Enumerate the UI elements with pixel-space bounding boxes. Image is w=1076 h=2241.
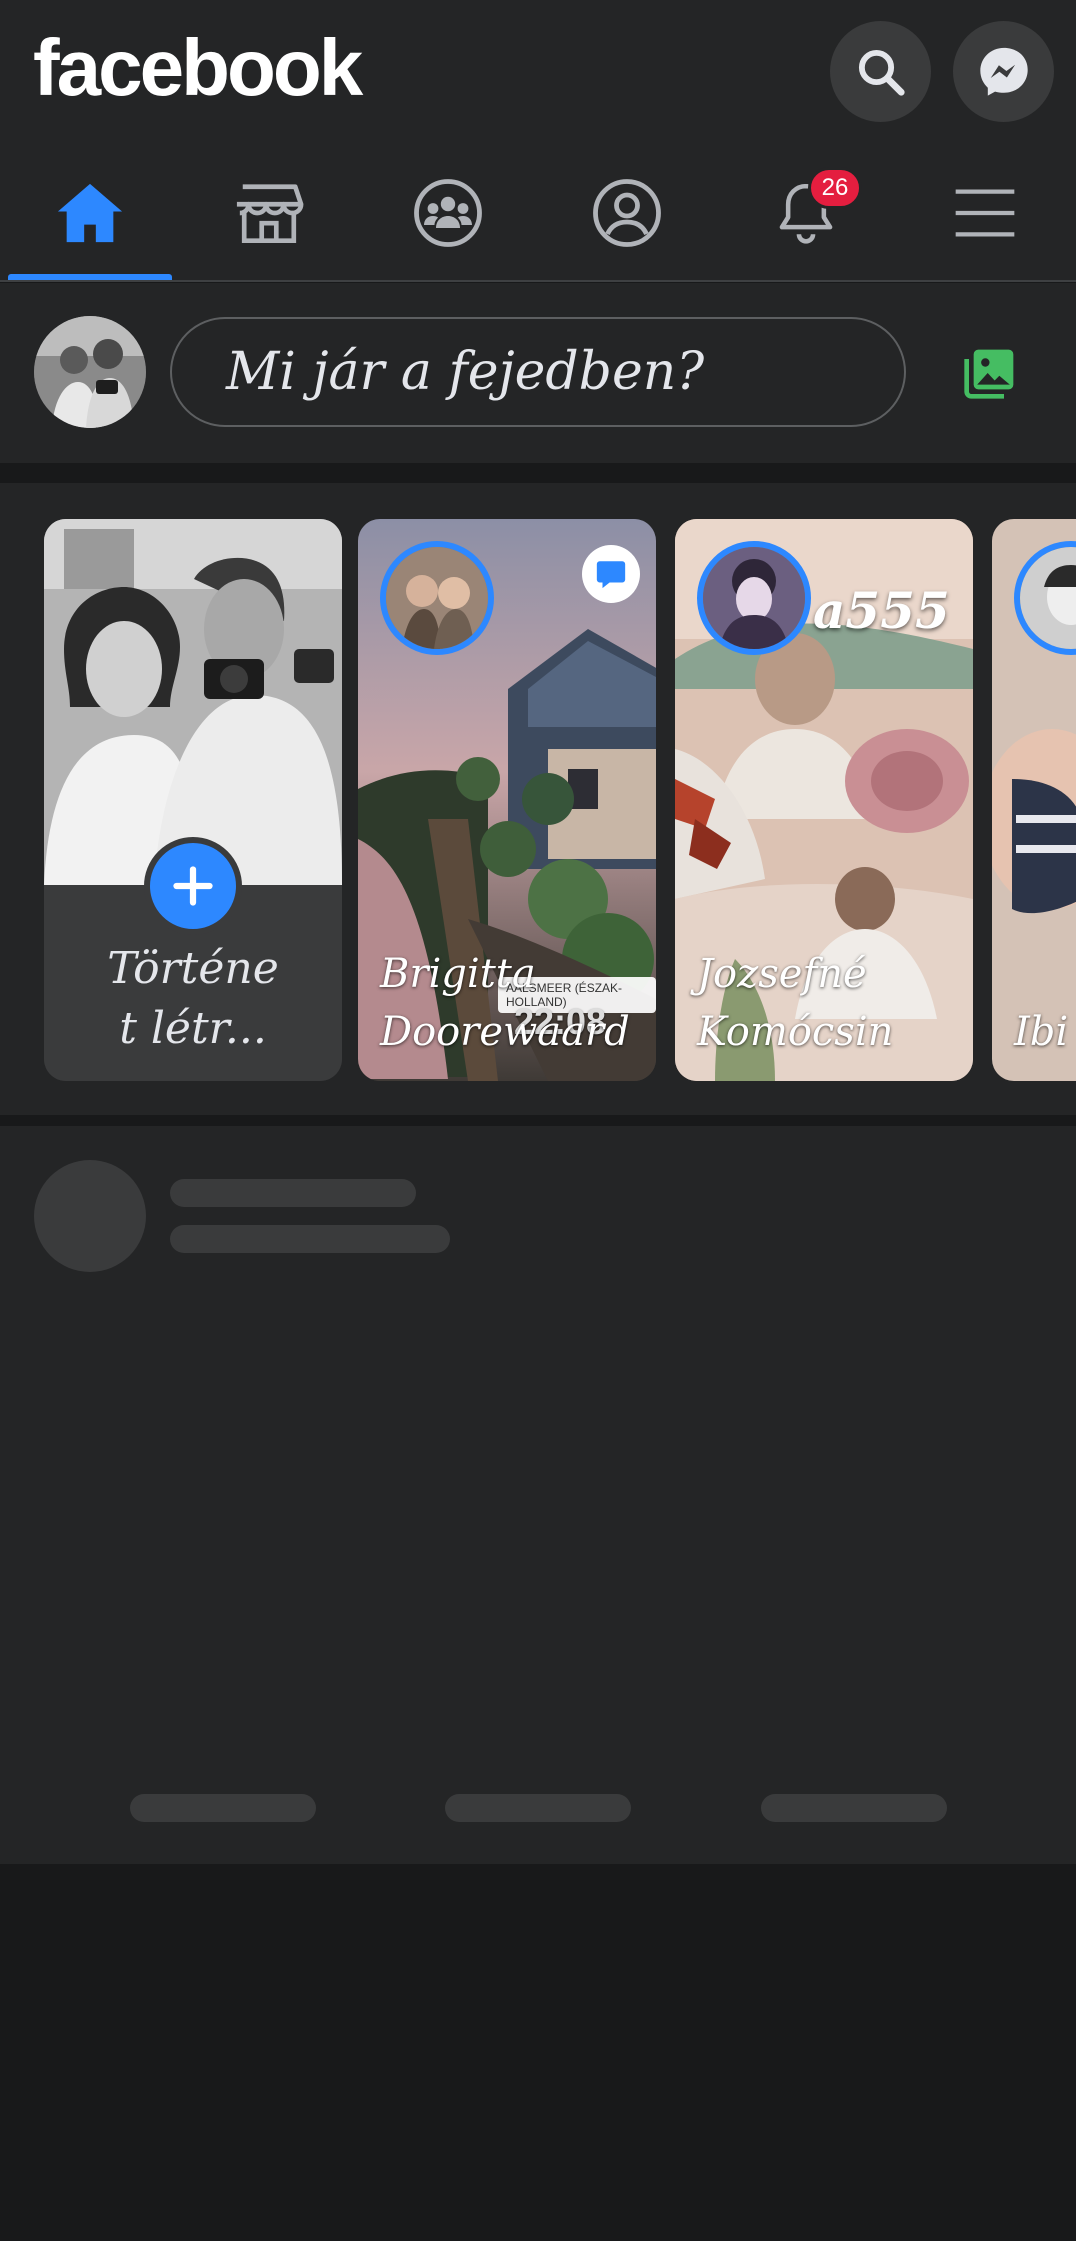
top-header: facebook	[0, 0, 1076, 145]
story-author-name-line1: Jozsefné	[697, 951, 867, 997]
main-nav	[0, 145, 1076, 282]
skeleton-avatar	[34, 1160, 146, 1272]
skeleton-action	[130, 1794, 316, 1822]
skeleton-action	[761, 1794, 947, 1822]
story-message-badge	[582, 545, 640, 603]
post-composer: Mi jár a fejedben?	[0, 283, 1076, 463]
skeleton-line	[170, 1179, 416, 1207]
loading-post-placeholder	[0, 1126, 1076, 1864]
tab-notifications[interactable]	[721, 145, 891, 280]
story-card[interactable]: AALSMEER (ÉSZAK-HOLLAND) 22:08 Brigitta …	[358, 519, 656, 1081]
status-input[interactable]: Mi jár a fejedben?	[170, 317, 906, 427]
profile-icon	[591, 177, 663, 249]
add-story-button[interactable]	[144, 837, 242, 935]
tab-home[interactable]	[5, 145, 175, 280]
story-author-name: Jozsefné Komócsin	[697, 945, 959, 1061]
create-story-photo	[44, 519, 342, 885]
search-button[interactable]	[830, 21, 931, 122]
create-story-label: Történe t létr...	[44, 939, 342, 1059]
skeleton-line	[170, 1225, 450, 1253]
photo-button[interactable]	[962, 345, 1018, 401]
story-card[interactable]: Ibi	[992, 519, 1076, 1081]
tab-groups[interactable]	[363, 145, 533, 280]
create-story-label-line1: Történe	[107, 943, 279, 994]
active-tab-indicator	[8, 274, 172, 280]
tab-marketplace[interactable]	[184, 145, 354, 280]
messenger-button[interactable]	[953, 21, 1054, 122]
story-author-name-line2: Komócsin	[697, 1009, 894, 1055]
story-card[interactable]: a555 Jozsefné Komócsin	[675, 519, 973, 1081]
skeleton-action	[445, 1794, 631, 1822]
search-icon	[854, 45, 908, 99]
story-author-name-line1: Brigitta	[380, 951, 536, 997]
menu-icon	[953, 185, 1017, 241]
photo-icon	[962, 345, 1018, 401]
tab-profile[interactable]	[542, 145, 712, 280]
story-avatar	[380, 541, 494, 655]
story-author-name-line1: Ibi	[1014, 1009, 1069, 1055]
home-icon	[55, 180, 125, 246]
stories-tray: Történe t létr... AALSMEER (ÉSZAK-HOLLAN…	[0, 483, 1076, 1115]
story-overlay-text: a555	[813, 581, 950, 640]
marketplace-icon	[234, 180, 304, 246]
groups-icon	[412, 177, 484, 249]
plus-icon	[171, 864, 215, 908]
story-avatar	[697, 541, 811, 655]
story-author-name: Ibi	[1014, 1003, 1076, 1061]
facebook-logo[interactable]: facebook	[33, 22, 363, 114]
create-story-card[interactable]: Történe t létr...	[44, 519, 342, 1081]
create-story-label-line2: t létr...	[119, 1003, 267, 1054]
messenger-icon	[975, 43, 1033, 101]
avatar[interactable]	[34, 316, 146, 428]
story-author-name-line2: Doorewaard	[380, 1009, 630, 1055]
notification-badge: 26	[808, 167, 862, 209]
story-author-name: Brigitta Doorewaard	[380, 945, 642, 1061]
tab-menu[interactable]	[900, 145, 1070, 280]
chat-bubble-icon	[594, 557, 628, 591]
